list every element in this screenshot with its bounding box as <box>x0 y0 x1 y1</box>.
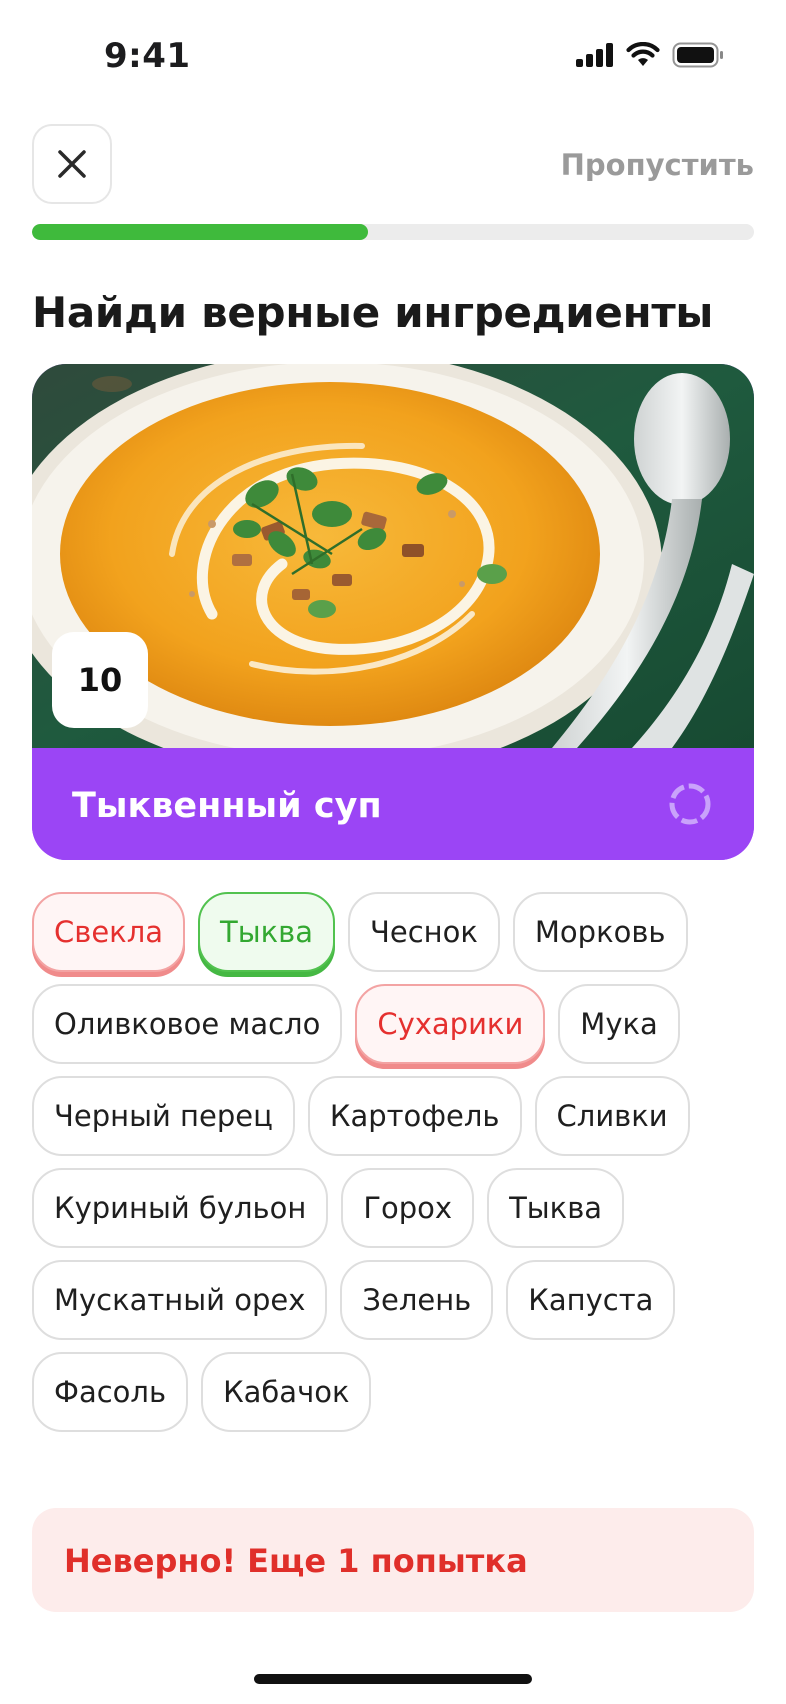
ingredient-chip[interactable]: Тыква <box>487 1168 625 1248</box>
home-indicator <box>254 1674 532 1684</box>
ingredient-chip[interactable]: Мука <box>558 984 680 1064</box>
ingredient-chip[interactable]: Черный перец <box>32 1076 295 1156</box>
status-bar: 9:41 <box>0 0 786 110</box>
wifi-icon <box>626 42 660 66</box>
feedback-banner: Неверно! Еще 1 попытка <box>32 1508 754 1612</box>
ingredient-chip[interactable]: Сухарики <box>355 984 546 1064</box>
close-button[interactable] <box>32 124 112 204</box>
recipe-title-bar: Тыквенный суп <box>32 748 754 860</box>
loading-spinner-icon <box>669 783 711 825</box>
ingredient-chip[interactable]: Чеснок <box>348 892 500 972</box>
battery-icon <box>672 42 723 68</box>
status-time: 9:41 <box>104 36 191 76</box>
cellular-signal-icon <box>576 43 613 67</box>
ingredient-chip[interactable]: Зелень <box>340 1260 494 1340</box>
ingredient-chip[interactable]: Сливки <box>534 1076 690 1156</box>
skip-link[interactable]: Пропустить <box>561 148 754 182</box>
ingredient-chip[interactable]: Свекла <box>32 892 186 972</box>
progress-fill <box>32 224 368 240</box>
recipe-name: Тыквенный суп <box>72 786 382 826</box>
ingredient-chip[interactable]: Картофель <box>307 1076 522 1156</box>
page-title: Найди верные ингредиенты <box>32 288 714 337</box>
ingredient-chip[interactable]: Капуста <box>506 1260 676 1340</box>
timer-badge: 10 <box>52 632 148 728</box>
recipe-card: 10 Тыквенный суп <box>32 364 754 860</box>
ingredient-chip[interactable]: Кабачок <box>201 1352 372 1432</box>
ingredient-chip[interactable]: Тыква <box>198 892 336 972</box>
ingredient-chip-list: Свекла Тыква Чеснок Морковь Оливковое масло С… <box>32 892 762 1432</box>
ingredient-chip[interactable]: Горох <box>341 1168 475 1248</box>
progress-bar <box>32 224 754 240</box>
close-icon <box>58 150 86 178</box>
ingredient-chip[interactable]: Фасоль <box>32 1352 189 1432</box>
ingredient-chip[interactable]: Морковь <box>512 892 688 972</box>
feedback-text: Неверно! Еще 1 попытка <box>64 1542 528 1580</box>
ingredient-chip[interactable]: Мускатный орех <box>32 1260 328 1340</box>
ingredient-chip[interactable]: Оливковое масло <box>32 984 343 1064</box>
status-icons <box>576 42 724 68</box>
ingredient-chip[interactable]: Куриный бульон <box>32 1168 329 1248</box>
